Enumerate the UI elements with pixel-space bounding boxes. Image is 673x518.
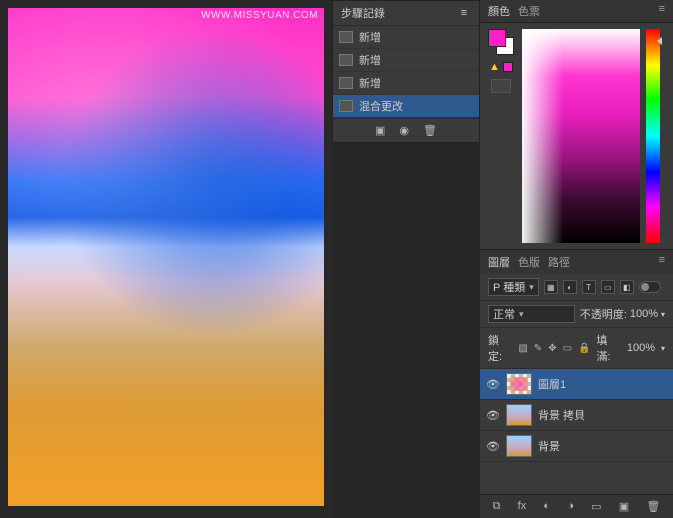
history-item-label: 新增: [359, 75, 381, 91]
layer-name[interactable]: 背景 拷貝: [538, 407, 585, 423]
filter-adjust-icon[interactable]: ◐: [563, 280, 577, 294]
history-item[interactable]: 新增: [333, 72, 479, 95]
panel-menu-icon[interactable]: ≡: [659, 254, 665, 270]
filter-type-icon[interactable]: T: [582, 280, 596, 294]
blend-mode-dropdown[interactable]: 正常: [488, 305, 575, 323]
tab-swatches[interactable]: 色票: [518, 3, 540, 19]
layer-list: 👁 圖層1 👁 背景 拷貝 👁 背景: [480, 369, 673, 494]
gamut-warning[interactable]: ▲: [489, 61, 513, 73]
history-item[interactable]: 新增: [333, 49, 479, 72]
layer-icon: [339, 100, 353, 112]
opacity-label: 不透明度:: [580, 306, 627, 322]
layer-kind-dropdown[interactable]: P 種類: [488, 278, 539, 296]
watermark-text: WWW.MISSYUAN.COM: [201, 10, 318, 21]
dropdown-label: P 種類: [493, 279, 525, 295]
history-item-label: 混合更改: [359, 98, 403, 114]
layer-icon: [339, 31, 353, 43]
history-list: 新增 新增 新增 混合更改: [333, 26, 479, 118]
color-panel-body: ▲: [480, 23, 673, 249]
snapshot-icon[interactable]: ◉: [399, 124, 409, 137]
history-panel: 步驟記錄 ≡ 新增 新增 新增 混合更改 ▣ ◉ 🗑: [332, 0, 480, 143]
lock-all-icon[interactable]: 🔒: [578, 343, 590, 354]
visibility-eye-icon[interactable]: 👁: [486, 440, 500, 453]
mask-icon[interactable]: ◐: [543, 500, 550, 513]
link-layers-icon[interactable]: ⧉: [493, 500, 501, 513]
opacity-value[interactable]: 100%: [630, 308, 658, 320]
layer-icon: [339, 54, 353, 66]
layer-filter-row: P 種類 ▦ ◐ T ▭ ◧: [480, 274, 673, 301]
swatch-column: ▲: [486, 29, 516, 243]
layer-thumbnail[interactable]: [506, 373, 532, 395]
tab-layers[interactable]: 圖層: [488, 254, 510, 270]
hue-slider[interactable]: [646, 29, 660, 243]
history-item-active[interactable]: 混合更改: [333, 95, 479, 118]
layer-name[interactable]: 背景: [538, 438, 560, 454]
adjustment-icon[interactable]: ◑: [567, 500, 574, 513]
trash-icon[interactable]: 🗑: [423, 124, 437, 137]
history-panel-title: 步驟記錄: [341, 5, 385, 21]
fill-value[interactable]: 100%: [627, 342, 655, 354]
color-panel-tabs: 顏色 色票 ≡: [480, 0, 673, 23]
tab-channels[interactable]: 色版: [518, 254, 540, 270]
history-item-label: 新增: [359, 52, 381, 68]
layer-row[interactable]: 👁 背景: [480, 431, 673, 462]
lock-paint-icon[interactable]: ✎: [534, 343, 542, 354]
layer-row-selected[interactable]: 👁 圖層1: [480, 369, 673, 400]
history-item-label: 新增: [359, 29, 381, 45]
color-mode-icon[interactable]: [491, 79, 511, 93]
blend-opacity-row: 正常 不透明度: 100%▾: [480, 301, 673, 328]
filter-smart-icon[interactable]: ◧: [620, 280, 634, 294]
dropdown-label: 正常: [493, 306, 515, 322]
document-canvas[interactable]: WWW.MISSYUAN.COM: [8, 8, 324, 506]
tab-paths[interactable]: 路徑: [548, 254, 570, 270]
visibility-eye-icon[interactable]: 👁: [486, 409, 500, 422]
layer-name[interactable]: 圖層1: [538, 376, 566, 392]
history-footer: ▣ ◉ 🗑: [333, 118, 479, 142]
canvas-area: WWW.MISSYUAN.COM: [0, 0, 332, 518]
history-item[interactable]: 新增: [333, 26, 479, 49]
layer-row[interactable]: 👁 背景 拷貝: [480, 400, 673, 431]
color-field[interactable]: [522, 29, 640, 243]
trash-icon[interactable]: 🗑: [646, 500, 660, 513]
layers-footer: ⧉ fx ◐ ◑ ▭ ▣ 🗑: [480, 494, 673, 518]
right-panel-column: 顏色 色票 ≡ ▲ 圖層 色版 路徑 ≡ P 種類: [480, 0, 673, 518]
foreground-color-swatch[interactable]: [488, 29, 506, 47]
panel-menu-icon[interactable]: ≡: [457, 7, 471, 19]
new-layer-icon[interactable]: ▣: [619, 500, 629, 513]
lock-transparency-icon[interactable]: ▨: [518, 343, 527, 354]
history-panel-header: 步驟記錄 ≡: [333, 1, 479, 26]
foreground-background-swatch[interactable]: [488, 29, 514, 55]
hue-slider-pointer: [657, 37, 662, 45]
layers-panel: 圖層 色版 路徑 ≡ P 種類 ▦ ◐ T ▭ ◧ 正常 不透明度: 100%▾…: [480, 249, 673, 518]
chevron-down-icon[interactable]: ▾: [661, 310, 665, 319]
filter-image-icon[interactable]: ▦: [544, 280, 558, 294]
layer-thumbnail[interactable]: [506, 404, 532, 426]
panel-menu-icon[interactable]: ≡: [659, 3, 665, 19]
lock-fill-row: 鎖定: ▨ ✎ ✥ ▭ 🔒 填滿: 100% ▾: [480, 328, 673, 369]
tab-color[interactable]: 顏色: [488, 3, 510, 19]
chevron-down-icon[interactable]: ▾: [661, 344, 665, 353]
layers-panel-tabs: 圖層 色版 路徑 ≡: [480, 250, 673, 274]
visibility-eye-icon[interactable]: 👁: [486, 378, 500, 391]
lock-label: 鎖定:: [488, 332, 512, 364]
filter-toggle[interactable]: [639, 281, 661, 293]
lock-artboard-icon[interactable]: ▭: [563, 343, 572, 354]
layer-thumbnail[interactable]: [506, 435, 532, 457]
layer-icon: [339, 77, 353, 89]
warning-triangle-icon: ▲: [489, 61, 500, 73]
filter-shape-icon[interactable]: ▭: [601, 280, 615, 294]
create-document-icon[interactable]: ▣: [375, 124, 385, 137]
gamut-color-box: [503, 62, 513, 72]
fill-label: 填滿:: [597, 332, 621, 364]
fx-icon[interactable]: fx: [518, 500, 527, 513]
group-icon[interactable]: ▭: [591, 500, 601, 513]
lock-position-icon[interactable]: ✥: [548, 343, 556, 354]
